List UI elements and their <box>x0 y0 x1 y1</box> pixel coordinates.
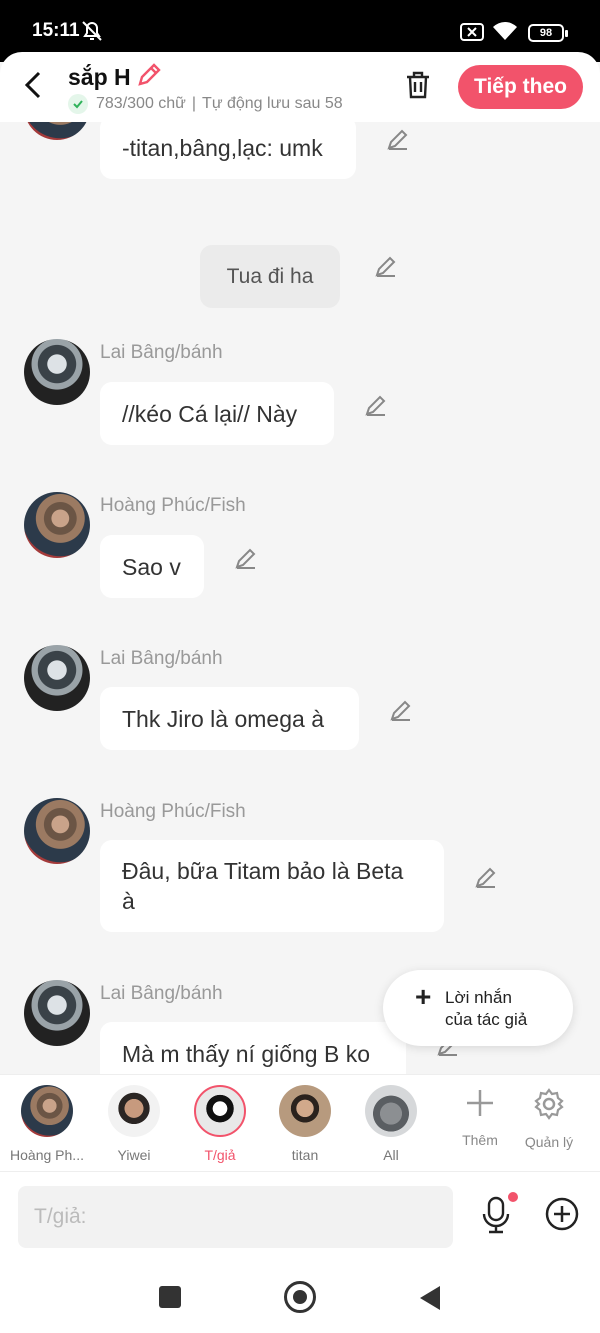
message-bubble[interactable]: Mà m thấy ní giống B ko <box>100 1022 406 1074</box>
avatar[interactable] <box>24 798 90 864</box>
character-name: All <box>383 1147 399 1163</box>
message-text: Mà m thấy ní giống B ko <box>122 1040 371 1067</box>
avatar <box>279 1085 331 1137</box>
character-name: Yiwei <box>117 1147 151 1163</box>
character-titan[interactable]: titan <box>260 1085 350 1163</box>
manage-button[interactable]: Quản lý <box>522 1087 576 1150</box>
back-icon[interactable] <box>22 70 44 105</box>
author-note-line2: của tác giả <box>445 1010 528 1029</box>
author-note-label: Lời nhắn của tác giả <box>445 987 527 1031</box>
message-bubble[interactable]: -titan,bâng,lạc: umk <box>100 122 356 179</box>
character-author[interactable]: T/giả <box>175 1085 265 1163</box>
message-text: -titan,bâng,lạc: umk <box>122 134 323 161</box>
sim-off-icon <box>460 23 484 46</box>
message-input[interactable] <box>18 1186 453 1248</box>
message-bubble[interactable]: //kéo Cá lại// Này <box>100 382 334 445</box>
mute-icon <box>80 20 104 47</box>
avatar <box>108 1085 160 1137</box>
pencil-icon[interactable] <box>474 866 498 895</box>
narration-bubble[interactable]: Tua đi ha <box>200 245 340 308</box>
story-title: sắp H <box>68 64 131 90</box>
plus-icon: + <box>415 981 432 1012</box>
message-text: //kéo Cá lại// Này <box>122 400 298 427</box>
avatar <box>194 1085 246 1137</box>
avatar <box>365 1085 417 1137</box>
nav-back-icon[interactable] <box>418 1285 442 1316</box>
chat-area: -titan,bâng,lạc: umk Tua đi ha Lai Bâng/… <box>0 122 600 1074</box>
pencil-icon[interactable] <box>364 394 388 423</box>
sender-name: Lai Bâng/bánh <box>100 342 223 363</box>
pencil-icon[interactable] <box>389 699 413 728</box>
input-bar <box>0 1172 600 1258</box>
pencil-icon[interactable] <box>386 128 410 157</box>
autosave-text: Tự động lưu sau 58 <box>202 95 343 112</box>
plus-icon <box>467 1090 493 1116</box>
plus-circle-icon[interactable] <box>544 1196 580 1237</box>
message-bubble[interactable]: Đâu, bữa Titam bảo là Beta à <box>100 840 444 932</box>
author-note-button[interactable]: + Lời nhắn của tác giả <box>383 970 573 1046</box>
pencil-icon[interactable] <box>374 255 398 284</box>
sender-name: Hoàng Phúc/Fish <box>100 801 246 822</box>
avatar[interactable] <box>24 980 90 1046</box>
character-all[interactable]: All <box>346 1085 436 1163</box>
home-icon[interactable] <box>284 1281 316 1313</box>
avatar[interactable] <box>24 339 90 405</box>
message-text: Tua đi ha <box>226 264 314 288</box>
editor-header: sắp H 783/300 chữ | Tự động lưu sau 58 T… <box>0 52 600 122</box>
system-nav-bar <box>0 1258 600 1333</box>
notification-dot <box>508 1192 518 1202</box>
character-hoang-phuc[interactable]: Hoàng Ph... <box>2 1085 92 1163</box>
author-note-line1: Lời nhắn <box>445 988 512 1007</box>
avatar <box>21 1085 73 1137</box>
word-count: 783/300 chữ <box>96 95 186 112</box>
avatar[interactable] <box>24 122 90 140</box>
character-name: titan <box>291 1147 319 1163</box>
character-selector: Hoàng Ph... Yiwei T/giả titan All Thêm Q… <box>0 1074 600 1172</box>
pencil-icon[interactable] <box>136 62 162 93</box>
check-icon <box>68 94 88 114</box>
character-yiwei[interactable]: Yiwei <box>89 1085 179 1163</box>
message-text: Đâu, bữa Titam bảo là Beta à <box>122 858 404 914</box>
add-label: Thêm <box>462 1132 498 1148</box>
status-time: 15:11 <box>32 20 80 41</box>
message-bubble[interactable]: Sao v <box>100 535 204 598</box>
save-status: 783/300 chữ | Tự động lưu sau 58 <box>68 94 343 114</box>
sender-name: Lai Bâng/bánh <box>100 648 223 669</box>
separator: | <box>191 95 197 112</box>
message-text: Sao v <box>122 553 181 580</box>
manage-label: Quản lý <box>524 1134 574 1150</box>
battery-icon: 98 <box>528 24 568 42</box>
avatar[interactable] <box>24 645 90 711</box>
avatar[interactable] <box>24 492 90 558</box>
recent-apps-icon[interactable] <box>159 1286 181 1308</box>
character-name: Hoàng Ph... <box>10 1147 84 1163</box>
next-button[interactable]: Tiếp theo <box>458 65 583 109</box>
character-name: T/giả <box>204 1147 236 1163</box>
message-bubble[interactable]: Thk Jiro là omega à <box>100 687 359 750</box>
sender-name: Lai Bâng/bánh <box>100 983 223 1004</box>
add-character-button[interactable]: Thêm <box>454 1087 506 1148</box>
pencil-icon[interactable] <box>234 547 258 576</box>
mic-icon[interactable] <box>480 1192 518 1239</box>
trash-icon[interactable] <box>404 70 432 105</box>
sender-name: Hoàng Phúc/Fish <box>100 495 246 516</box>
wifi-icon <box>492 20 518 47</box>
message-text: Thk Jiro là omega à <box>122 705 324 732</box>
gear-icon <box>534 1088 564 1120</box>
